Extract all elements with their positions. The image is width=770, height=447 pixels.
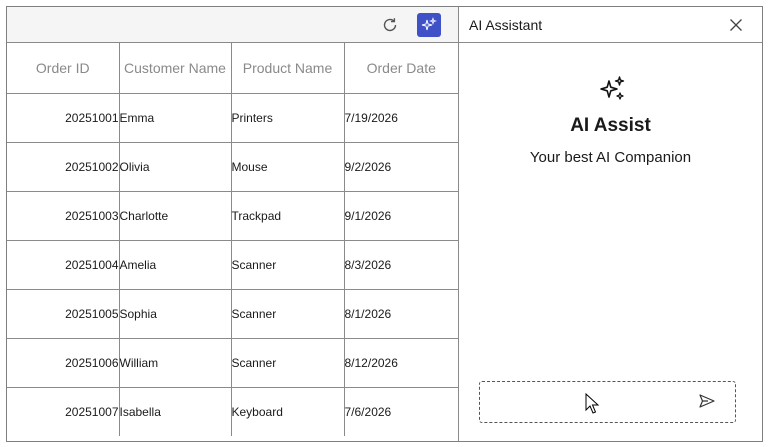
cell-order-date[interactable]: 9/2/2026 bbox=[344, 142, 458, 192]
ai-assistant-title: AI Assistant bbox=[469, 17, 543, 33]
cell-product-name[interactable]: Scanner bbox=[231, 289, 345, 339]
cell-order-id[interactable]: 20251003 bbox=[7, 191, 120, 241]
close-icon bbox=[730, 19, 742, 31]
cell-order-date[interactable]: 8/3/2026 bbox=[344, 240, 458, 290]
ai-assist-button[interactable] bbox=[417, 13, 441, 37]
prompt-input[interactable] bbox=[486, 388, 690, 418]
cell-order-id[interactable]: 20251001 bbox=[7, 93, 120, 143]
cell-order-date[interactable]: 8/12/2026 bbox=[344, 338, 458, 388]
ai-assistant-panel: AI Assistant AI Assist Your best AI Comp… bbox=[459, 7, 762, 441]
ai-assistant-header: AI Assistant bbox=[459, 7, 762, 43]
send-button[interactable] bbox=[698, 393, 718, 411]
grid-toolbar bbox=[7, 7, 458, 43]
cell-order-date[interactable]: 8/1/2026 bbox=[344, 289, 458, 339]
table-row[interactable]: 20251007 Isabella Keyboard 7/6/2026 bbox=[7, 387, 458, 436]
table-row[interactable]: 20251002 Olivia Mouse 9/2/2026 bbox=[7, 142, 458, 192]
column-header-order-date[interactable]: Order Date bbox=[344, 43, 458, 94]
cell-product-name[interactable]: Trackpad bbox=[231, 191, 345, 241]
cell-order-date[interactable]: 9/1/2026 bbox=[344, 191, 458, 241]
cell-order-date[interactable]: 7/6/2026 bbox=[344, 387, 458, 436]
ai-assist-subtitle: Your best AI Companion bbox=[529, 149, 692, 166]
column-header-customer-name[interactable]: Customer Name bbox=[119, 43, 232, 94]
column-header-product-name[interactable]: Product Name bbox=[231, 43, 345, 94]
table-row[interactable]: 20251006 William Scanner 8/12/2026 bbox=[7, 338, 458, 388]
cell-order-id[interactable]: 20251005 bbox=[7, 289, 120, 339]
refresh-icon bbox=[383, 18, 397, 32]
send-icon bbox=[699, 394, 715, 408]
grid-pane: Order ID Customer Name Product Name Orde… bbox=[7, 7, 459, 441]
cell-product-name[interactable]: Keyboard bbox=[231, 387, 345, 436]
ai-assist-heading: AI Assist bbox=[570, 115, 651, 136]
prompt-box bbox=[479, 381, 736, 423]
cell-customer-name[interactable]: Amelia bbox=[119, 240, 232, 290]
close-button[interactable] bbox=[727, 16, 745, 34]
ai-sparkle-icon bbox=[421, 17, 437, 31]
refresh-button[interactable] bbox=[378, 13, 402, 37]
cell-customer-name[interactable]: Isabella bbox=[119, 387, 232, 436]
cell-product-name[interactable]: Scanner bbox=[231, 240, 345, 290]
cell-order-date[interactable]: 7/19/2026 bbox=[344, 93, 458, 143]
cell-customer-name[interactable]: Charlotte bbox=[119, 191, 232, 241]
cell-customer-name[interactable]: Olivia bbox=[119, 142, 232, 192]
table-row[interactable]: 20251001 Emma Printers 7/19/2026 bbox=[7, 93, 458, 143]
column-header-order-id[interactable]: Order ID bbox=[7, 43, 120, 94]
table-row[interactable]: 20251004 Amelia Scanner 8/3/2026 bbox=[7, 240, 458, 290]
cell-customer-name[interactable]: Sophia bbox=[119, 289, 232, 339]
orders-table: Order ID Customer Name Product Name Orde… bbox=[7, 43, 458, 436]
cell-product-name[interactable]: Printers bbox=[231, 93, 345, 143]
table-row[interactable]: 20251005 Sophia Scanner 8/1/2026 bbox=[7, 289, 458, 339]
header-row: Order ID Customer Name Product Name Orde… bbox=[7, 43, 458, 94]
sparkle-icon bbox=[600, 76, 625, 100]
app-frame: Order ID Customer Name Product Name Orde… bbox=[6, 6, 763, 442]
cell-customer-name[interactable]: Emma bbox=[119, 93, 232, 143]
table-row[interactable]: 20251003 Charlotte Trackpad 9/1/2026 bbox=[7, 191, 458, 241]
cell-order-id[interactable]: 20251007 bbox=[7, 387, 120, 436]
cell-order-id[interactable]: 20251002 bbox=[7, 142, 120, 192]
cell-product-name[interactable]: Scanner bbox=[231, 338, 345, 388]
cell-order-id[interactable]: 20251004 bbox=[7, 240, 120, 290]
cell-customer-name[interactable]: William bbox=[119, 338, 232, 388]
cell-product-name[interactable]: Mouse bbox=[231, 142, 345, 192]
cell-order-id[interactable]: 20251006 bbox=[7, 338, 120, 388]
